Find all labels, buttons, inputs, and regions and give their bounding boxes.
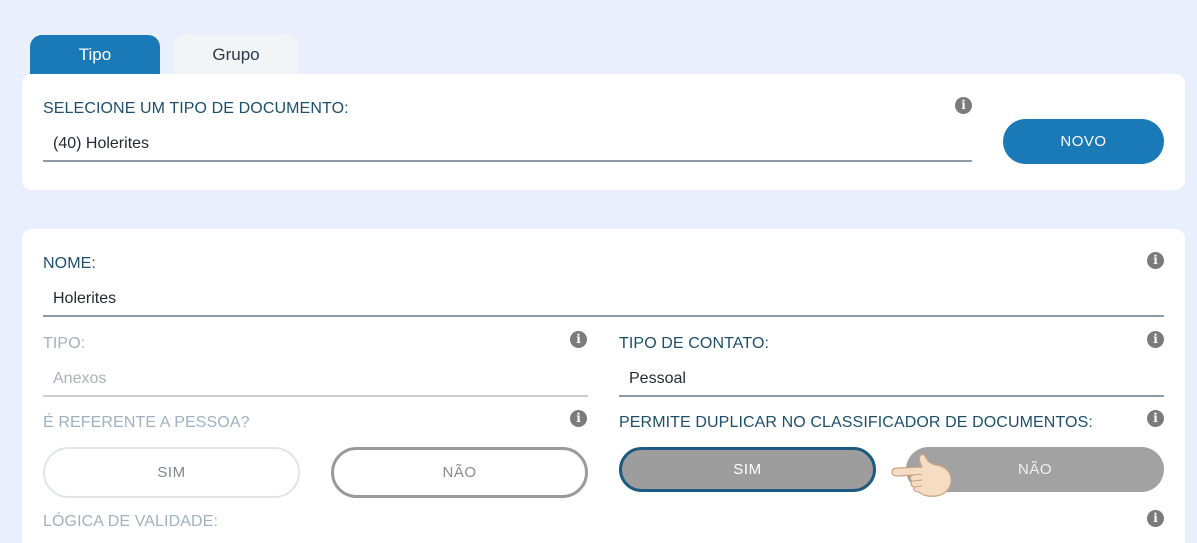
info-icon[interactable]: i — [955, 97, 972, 114]
tipo-contato-select[interactable]: Pessoal — [619, 363, 1164, 397]
nome-input[interactable]: Holerites — [43, 283, 1164, 317]
document-type-select[interactable]: (40) Holerites — [43, 128, 972, 162]
tipo-input[interactable]: Anexos — [43, 363, 588, 397]
tab-tipo[interactable]: Tipo — [30, 35, 160, 74]
validade-label: LÓGICA DE VALIDADE: — [43, 513, 218, 530]
info-icon[interactable]: i — [1147, 331, 1164, 348]
tipo-contato-value: Pessoal — [629, 370, 686, 387]
tipo-placeholder: Anexos — [53, 370, 107, 387]
pointing-hand-icon — [891, 453, 952, 497]
document-type-label: SELECIONE UM TIPO DE DOCUMENTO: — [43, 100, 349, 117]
tipo-contato-label: TIPO DE CONTATO: — [619, 335, 770, 352]
tipo-label: TIPO: — [43, 335, 86, 352]
tab-grupo[interactable]: Grupo — [174, 35, 298, 74]
info-icon[interactable]: i — [1147, 410, 1164, 427]
duplicar-sim-button[interactable]: SIM — [619, 447, 876, 492]
info-icon[interactable]: i — [1147, 252, 1164, 269]
info-icon[interactable]: i — [570, 410, 587, 427]
info-icon[interactable]: i — [570, 331, 587, 348]
document-type-card: SELECIONE UM TIPO DE DOCUMENTO: i (40) H… — [22, 74, 1185, 190]
duplicar-label: PERMITE DUPLICAR NO CLASSIFICADOR DE DOC… — [619, 414, 1093, 431]
novo-button[interactable]: NOVO — [1003, 119, 1164, 164]
referente-sim-button[interactable]: SIM — [43, 447, 300, 498]
referente-nao-button[interactable]: NÃO — [331, 447, 588, 498]
document-type-value: (40) Holerites — [53, 135, 150, 152]
document-details-card: NOME: i Holerites TIPO: i Anexos TIPO DE… — [22, 229, 1185, 543]
nome-value: Holerites — [53, 290, 117, 307]
referente-label: É REFERENTE A PESSOA? — [43, 414, 250, 431]
nome-label: NOME: — [43, 255, 96, 272]
info-icon[interactable]: i — [1147, 510, 1164, 527]
